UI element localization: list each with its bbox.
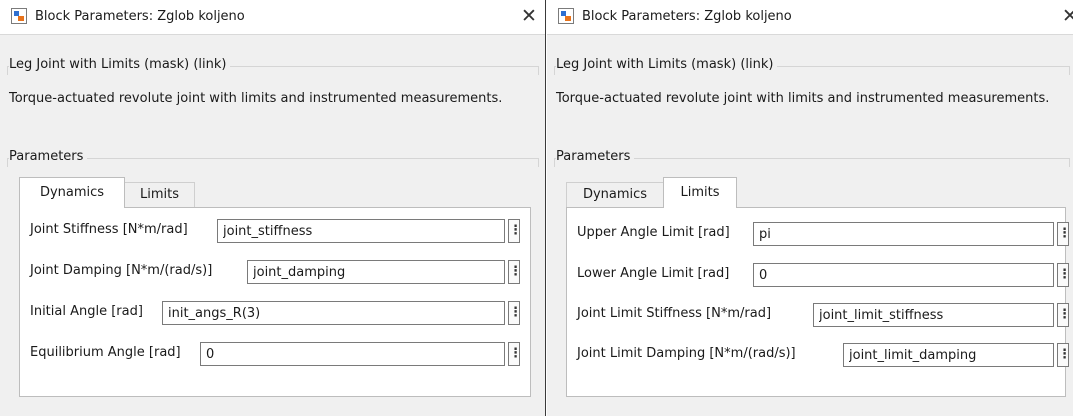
param-label: Upper Angle Limit [rad] <box>577 225 730 240</box>
simulink-block-icon <box>558 8 574 24</box>
joint-limit-stiffness-input[interactable] <box>813 303 1054 327</box>
title-bar[interactable]: Block Parameters: Zglob koljeno ✕ <box>0 0 545 35</box>
close-icon[interactable]: ✕ <box>1059 4 1073 28</box>
tab-dynamics[interactable]: Dynamics <box>19 177 125 208</box>
kebab-menu-icon[interactable]: ⋮ <box>1057 303 1071 327</box>
kebab-menu-icon[interactable]: ⋮ <box>1057 222 1071 246</box>
close-icon[interactable]: ✕ <box>518 4 540 28</box>
param-label: Joint Limit Damping [N*m/(rad/s)] <box>577 346 796 361</box>
kebab-menu-icon[interactable]: ⋮ <box>508 301 522 325</box>
block-description: Torque-actuated revolute joint with limi… <box>9 91 503 106</box>
title-bar[interactable]: Block Parameters: Zglob koljeno ✕ <box>547 0 1073 35</box>
joint-damping-input[interactable] <box>247 260 505 284</box>
mask-group-title: Leg Joint with Limits (mask) (link) <box>9 57 231 72</box>
simulink-block-icon <box>11 8 27 24</box>
param-label: Initial Angle [rad] <box>30 304 143 319</box>
equilibrium-angle-input[interactable] <box>200 342 505 366</box>
parameters-group-title: Parameters <box>556 149 635 164</box>
param-label: Lower Angle Limit [rad] <box>577 266 730 281</box>
limits-tab-panel: Upper Angle Limit [rad] ⋮ Lower Angle Li… <box>566 207 1071 397</box>
param-label: Joint Stiffness [N*m/rad] <box>30 222 188 237</box>
mask-group-title: Leg Joint with Limits (mask) (link) <box>556 57 778 72</box>
block-parameters-dialog-right: Block Parameters: Zglob koljeno ✕ Leg Jo… <box>547 0 1073 416</box>
param-label: Equilibrium Angle [rad] <box>30 345 181 360</box>
dynamics-tab-panel: Joint Stiffness [N*m/rad] ⋮ Joint Dampin… <box>19 207 531 397</box>
joint-stiffness-input[interactable] <box>217 219 505 243</box>
param-label: Joint Limit Stiffness [N*m/rad] <box>577 306 772 321</box>
tab-limits[interactable]: Limits <box>124 182 195 207</box>
tab-limits[interactable]: Limits <box>663 177 737 208</box>
kebab-menu-icon[interactable]: ⋮ <box>508 219 522 243</box>
block-parameters-dialog-left: Block Parameters: Zglob koljeno ✕ Leg Jo… <box>0 0 546 416</box>
joint-limit-damping-input[interactable] <box>843 343 1054 367</box>
block-description: Torque-actuated revolute joint with limi… <box>556 91 1050 106</box>
parameters-group-title: Parameters <box>9 149 88 164</box>
initial-angle-input[interactable] <box>162 301 505 325</box>
window-title: Block Parameters: Zglob koljeno <box>35 9 245 24</box>
kebab-menu-icon[interactable]: ⋮ <box>508 342 522 366</box>
kebab-menu-icon[interactable]: ⋮ <box>1057 343 1071 367</box>
tab-dynamics[interactable]: Dynamics <box>566 182 664 207</box>
window-title: Block Parameters: Zglob koljeno <box>582 9 792 24</box>
upper-angle-limit-input[interactable] <box>753 222 1054 246</box>
kebab-menu-icon[interactable]: ⋮ <box>1057 263 1071 287</box>
kebab-menu-icon[interactable]: ⋮ <box>508 260 522 284</box>
lower-angle-limit-input[interactable] <box>753 263 1054 287</box>
param-label: Joint Damping [N*m/(rad/s)] <box>30 263 213 278</box>
